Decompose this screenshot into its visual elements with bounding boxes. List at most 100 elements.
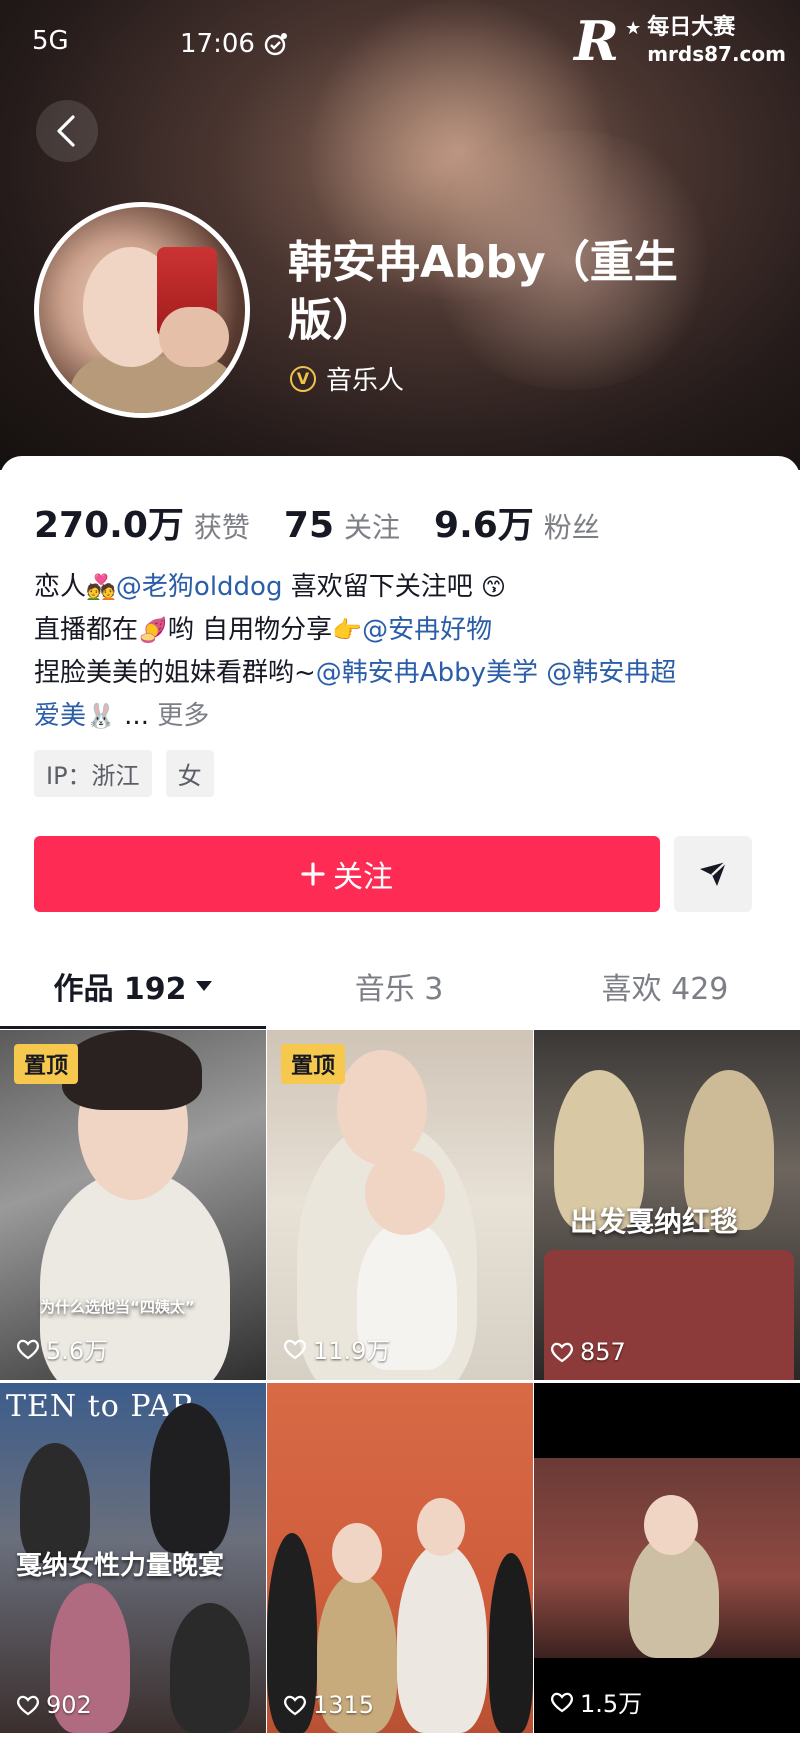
mention-link[interactable]: 爱美 (34, 701, 86, 731)
avatar[interactable] (34, 202, 250, 418)
bio-line: 爱美🐰 ... 更多 (34, 695, 774, 738)
bio-line: 恋人💑@老狗olddog 喜欢留下关注吧 😙 (34, 566, 774, 609)
share-button[interactable] (674, 836, 752, 912)
like-count: 11.9万 (283, 1331, 390, 1366)
heart-icon (17, 1339, 39, 1359)
followers-label: 粉丝 (543, 511, 600, 544)
tab-works-label: 作品 192 (53, 972, 187, 1007)
mention-link[interactable]: @韩安冉Abby美学 (316, 658, 538, 688)
heart-icon (17, 1695, 39, 1716)
tab-music[interactable]: 音乐 3 (266, 956, 532, 1016)
profile-role: V 音乐人 (290, 360, 404, 397)
pinned-badge: 置顶 (281, 1044, 346, 1084)
like-count: 1315 (283, 1691, 374, 1719)
like-count: 902 (16, 1691, 92, 1719)
active-tab-indicator (0, 1026, 266, 1029)
content-tabs: 作品 192 音乐 3 喜欢 429 (0, 956, 800, 1016)
thumbnail-person (150, 1403, 230, 1553)
thumbnail-person (397, 1543, 487, 1733)
thumbnail-face (417, 1498, 465, 1556)
heart-icon (551, 1692, 573, 1712)
thumbnail-person (170, 1603, 250, 1733)
bio-text: 捏脸美美的姐妹看群哟~ (34, 658, 316, 688)
video-caption: 戛纳女性力量晚宴 (16, 1551, 225, 1581)
video-thumbnail[interactable]: 1.5万 (534, 1383, 800, 1733)
follow-label: 关注 (333, 860, 393, 895)
bio-line: 捏脸美美的姐妹看群哟~@韩安冉Abby美学 @韩安冉超 (34, 652, 774, 695)
notification-icon (264, 33, 287, 56)
avatar-hand (159, 307, 229, 367)
heart-icon (551, 1342, 573, 1363)
bio-text: 哟 自用物分享 (167, 615, 333, 645)
caret-down-icon (195, 981, 212, 991)
followers-count[interactable]: 9.6万 (434, 496, 534, 548)
profile-card: 270.0万 获赞 75 关注 9.6万 粉丝 恋人💑@老狗olddog 喜欢留… (0, 456, 800, 1764)
kiss-face-icon: 😙 (481, 573, 507, 601)
signal-indicator: 5G (32, 26, 69, 56)
video-thumbnail[interactable]: 出发戛纳红毯 857 (534, 1030, 800, 1380)
like-count-value: 11.9万 (313, 1337, 391, 1365)
tab-works[interactable]: 作品 192 (0, 956, 266, 1016)
back-button[interactable] (36, 100, 98, 162)
follow-button[interactable]: 关注 (34, 836, 660, 912)
video-thumbnail[interactable]: TEN to PAR 戛纳女性力量晚宴 902 (0, 1383, 266, 1733)
chevron-left-icon (57, 115, 75, 147)
likes-label: 获赞 (193, 511, 250, 544)
like-count: 1.5万 (550, 1684, 642, 1719)
ellipsis: ... (115, 701, 158, 731)
likes-count[interactable]: 270.0万 (34, 496, 184, 548)
bio-text: 直播都在 (34, 615, 139, 645)
heart-icon (284, 1695, 306, 1716)
video-thumbnail[interactable]: 1315 (267, 1383, 533, 1733)
ip-location-tag: IP：浙江 (34, 750, 152, 797)
watermark-logo: R (574, 9, 620, 73)
pointing-hand-icon: 👉 (332, 616, 363, 644)
star-icon: ★ (625, 18, 642, 39)
video-caption: 为什么选他当“四姨太” (40, 1298, 195, 1316)
status-time: 17:06 (180, 26, 289, 62)
clock: 17:06 (180, 29, 255, 59)
thumbnail-hair (62, 1030, 202, 1110)
thumbnail-face (332, 1523, 382, 1583)
like-count: 5.6万 (16, 1331, 108, 1366)
like-count-value: 902 (46, 1691, 92, 1719)
thumbnail-face (644, 1495, 698, 1555)
profile-tags: IP：浙江 女 (34, 750, 214, 797)
bio-more-link[interactable]: 更多 (157, 701, 209, 731)
profile-bio: 恋人💑@老狗olddog 喜欢留下关注吧 😙 直播都在🍠哟 自用物分享👉@安冉好… (34, 566, 774, 738)
send-icon (700, 861, 727, 886)
profile-stats: 270.0万 获赞 75 关注 9.6万 粉丝 (34, 496, 634, 548)
couple-icon: 💑 (86, 573, 116, 601)
video-grid: 置顶 为什么选他当“四姨太” 5.6万 置顶 11.9万 出发戛纳红毯 857 … (0, 1030, 800, 1733)
watermark-site: mrds87.com (647, 42, 786, 66)
rabbit-icon: 🐰 (86, 702, 116, 730)
like-count-value: 5.6万 (46, 1337, 109, 1365)
heart-icon (284, 1339, 306, 1359)
video-thumbnail[interactable]: 置顶 11.9万 (267, 1030, 533, 1380)
like-count: 857 (550, 1338, 626, 1366)
profile-header: 5G 17:06 R ★ 每日大赛 mrds87.com 韩安冉Abby（重生版… (0, 0, 800, 470)
like-count-value: 1.5万 (580, 1690, 643, 1718)
plus-icon (301, 862, 325, 886)
tab-liked[interactable]: 喜欢 429 (532, 956, 798, 1016)
following-count[interactable]: 75 (284, 505, 334, 546)
mention-link[interactable]: @韩安冉超 (538, 658, 676, 688)
mention-link[interactable]: @老狗olddog (116, 572, 283, 602)
video-caption: 出发戛纳红毯 (570, 1205, 739, 1238)
thumbnail-person (489, 1553, 533, 1733)
bio-text: 喜欢留下关注吧 (282, 572, 481, 602)
sweet-potato-icon: 🍠 (138, 616, 168, 644)
verified-badge-icon: V (290, 365, 316, 392)
following-label: 关注 (344, 511, 401, 544)
role-label: 音乐人 (326, 366, 405, 396)
watermark: R ★ 每日大赛 mrds87.com (574, 14, 786, 68)
like-count-value: 1315 (313, 1691, 375, 1719)
thumbnail-child-face (365, 1150, 445, 1235)
avatar-sweater (69, 357, 239, 413)
video-thumbnail[interactable]: 置顶 为什么选他当“四姨太” 5.6万 (0, 1030, 266, 1380)
bio-text: 恋人 (34, 572, 87, 602)
watermark-title: 每日大赛 (647, 15, 736, 40)
bio-line: 直播都在🍠哟 自用物分享👉@安冉好物 (34, 609, 774, 652)
mention-link[interactable]: @安冉好物 (362, 615, 492, 645)
profile-name: 韩安冉Abby（重生版） (288, 237, 678, 346)
